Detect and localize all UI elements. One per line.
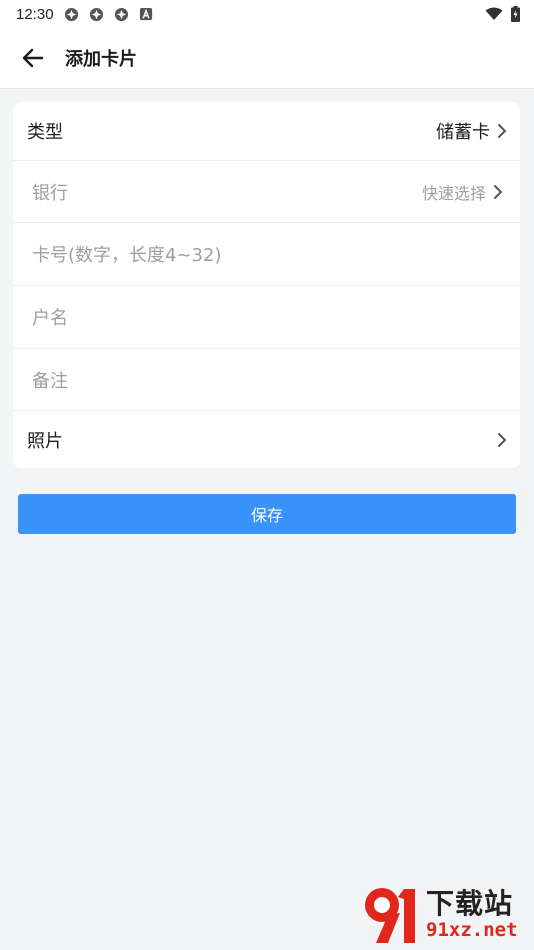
photo-label: 照片 [27, 430, 63, 452]
note-input[interactable]: 备注 [13, 349, 520, 411]
bank-field: 银行 [32, 183, 68, 204]
sync-icon [64, 7, 78, 21]
type-label: 类型 [27, 122, 63, 143]
a-badge-icon [139, 7, 152, 20]
bank-row[interactable]: 银行 快速选择 [13, 161, 520, 223]
watermark: 下载站 91xz.net [358, 882, 528, 948]
note-placeholder: 备注 [32, 371, 68, 392]
photo-row[interactable]: 照片 [13, 411, 520, 468]
card-form: 类型 储蓄卡 银行 快速选择 卡号(数字，长度4~32) 户名 备注 照片 [13, 102, 520, 468]
type-value: 储蓄卡 [436, 122, 490, 143]
status-bar: 12:30 [0, 0, 534, 28]
bank-quick-select-label: 快速选择 [421, 184, 486, 203]
status-time: 12:30 [16, 5, 54, 23]
account-name-input[interactable]: 户名 [13, 286, 520, 348]
watermark-logo [365, 888, 415, 943]
watermark-cn: 下载站 [426, 887, 514, 920]
type-selector: 储蓄卡 [436, 118, 508, 144]
card-number-input[interactable]: 卡号(数字，长度4~32) [13, 223, 520, 285]
app-bar: 添加卡片 [0, 28, 534, 89]
sync-icon [114, 7, 128, 21]
battery-icon [511, 6, 520, 22]
status-left: 12:30 [16, 6, 154, 23]
page-title: 添加卡片 [65, 49, 137, 70]
watermark-text: 下载站 91xz.net [426, 887, 518, 942]
photo-selector [496, 432, 508, 448]
wifi-icon [485, 7, 503, 20]
status-right [485, 6, 520, 22]
save-button[interactable]: 保存 [18, 494, 516, 534]
chevron-right-icon [498, 124, 507, 138]
chevron-right-icon [494, 185, 503, 199]
watermark-en: 91xz.net [426, 919, 518, 941]
back-button[interactable] [13, 38, 53, 78]
sync-icon [89, 7, 103, 21]
type-row[interactable]: 类型 储蓄卡 [13, 102, 520, 160]
chevron-right-icon [498, 432, 507, 447]
card-number-placeholder: 卡号(数字，长度4~32) [32, 245, 222, 266]
arrow-left-icon [22, 48, 44, 68]
bank-quick-select[interactable]: 快速选择 [422, 180, 504, 204]
account-name-placeholder: 户名 [32, 308, 68, 329]
